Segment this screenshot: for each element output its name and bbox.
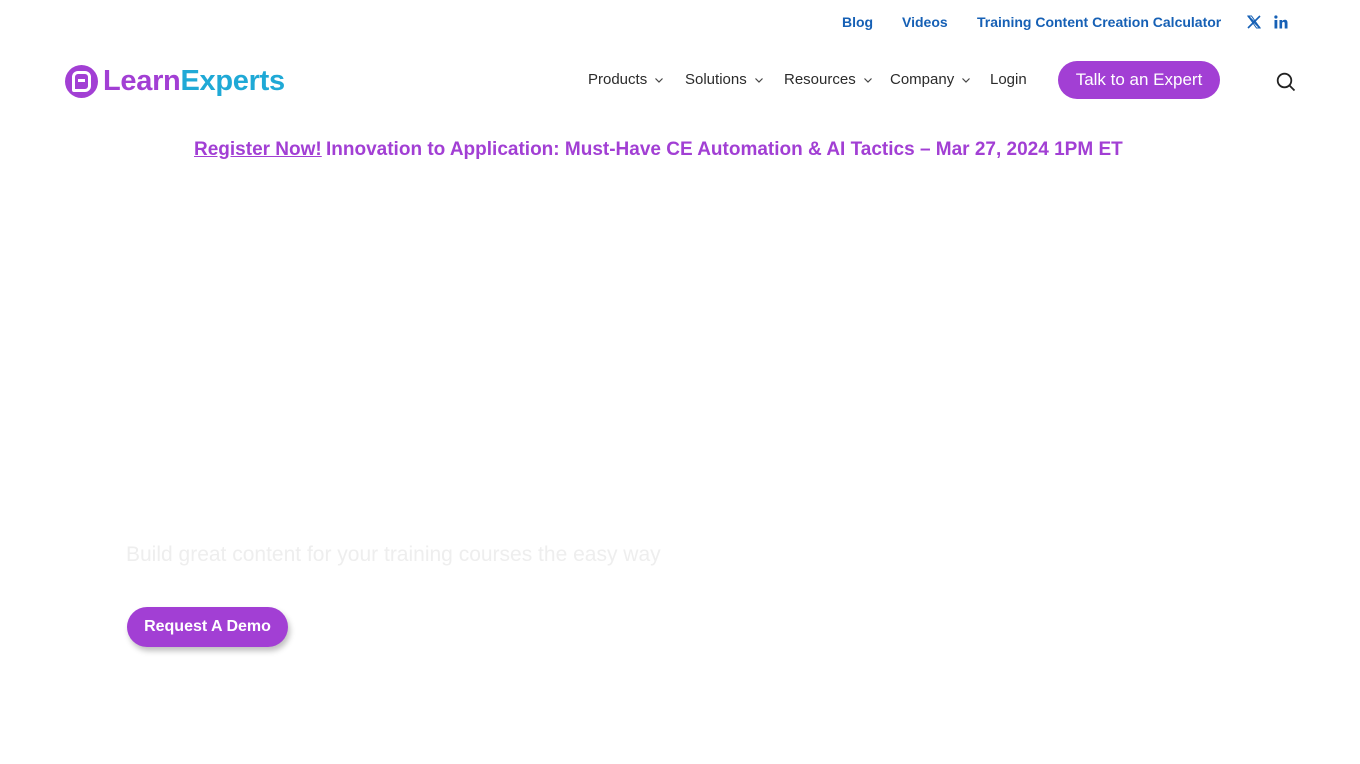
hero-subtitle: Build great content for your training co… <box>126 543 661 566</box>
linkedin-icon[interactable] <box>1273 14 1289 30</box>
logo-wordmark: LearnExperts <box>103 64 285 98</box>
nav-resources-label: Resources <box>784 71 856 88</box>
chevron-down-icon <box>961 75 971 85</box>
chevron-down-icon <box>863 75 873 85</box>
learnexperts-logo[interactable]: LearnExperts <box>65 64 285 98</box>
nav-solutions[interactable]: Solutions <box>685 70 764 90</box>
nav-resources[interactable]: Resources <box>784 70 873 90</box>
nav-products-label: Products <box>588 71 648 88</box>
nav-company[interactable]: Company <box>890 70 971 90</box>
x-twitter-icon[interactable] <box>1246 14 1262 30</box>
blog-link[interactable]: Blog <box>842 12 873 32</box>
nav-login[interactable]: Login <box>990 70 1027 90</box>
event-announcement-link[interactable]: Innovation to Application: Must-Have CE … <box>326 138 1123 162</box>
chevron-down-icon <box>754 75 764 85</box>
chevron-down-icon <box>654 75 664 85</box>
register-now-link[interactable]: Register Now! <box>194 138 322 162</box>
logo-experts-text: Experts <box>180 65 285 97</box>
nav-company-label: Company <box>890 71 955 88</box>
logo-mark-icon <box>65 64 98 98</box>
videos-link[interactable]: Videos <box>902 12 948 32</box>
search-icon[interactable] <box>1276 72 1296 92</box>
utility-bar: Blog Videos Training Content Creation Ca… <box>0 12 1360 32</box>
logo-learn-text: Learn <box>103 65 181 97</box>
talk-to-expert-button[interactable]: Talk to an Expert <box>1058 61 1220 99</box>
nav-products[interactable]: Products <box>588 70 664 90</box>
nav-solutions-label: Solutions <box>685 71 747 88</box>
request-demo-button[interactable]: Request A Demo <box>127 607 288 647</box>
calculator-link[interactable]: Training Content Creation Calculator <box>977 12 1221 32</box>
nav-login-label: Login <box>990 71 1027 88</box>
